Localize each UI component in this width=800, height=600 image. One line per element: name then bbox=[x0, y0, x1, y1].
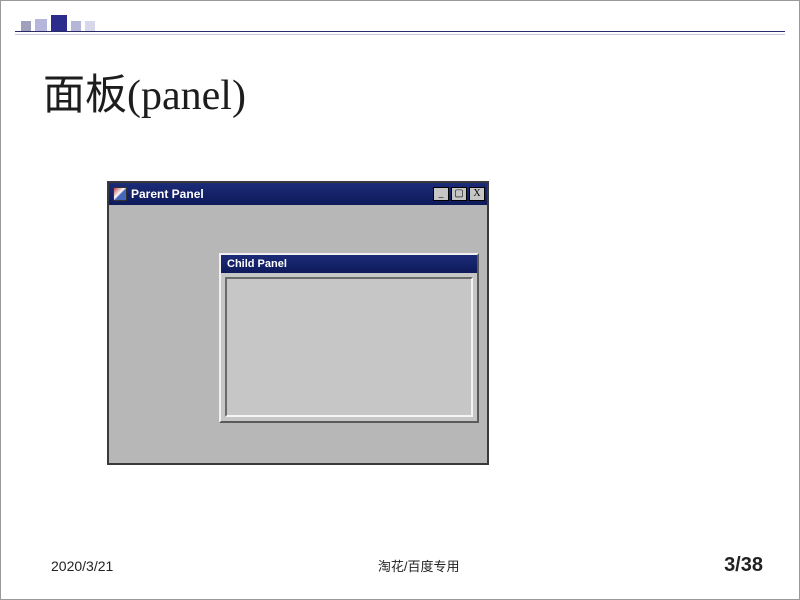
footer-watermark: 淘花/百度专用 bbox=[113, 556, 724, 575]
close-button[interactable]: X bbox=[469, 187, 485, 201]
slide-title: 面板(panel) bbox=[1, 35, 799, 122]
child-panel-title: Child Panel bbox=[227, 258, 287, 270]
child-panel-titlebar[interactable]: Child Panel bbox=[221, 255, 477, 273]
deco-square bbox=[21, 21, 31, 31]
deco-square bbox=[71, 21, 81, 31]
child-panel: Child Panel bbox=[219, 253, 479, 423]
deco-square bbox=[85, 21, 95, 31]
header-decoration bbox=[1, 1, 799, 31]
parent-titlebar[interactable]: Parent Panel _ ▢ X bbox=[109, 183, 487, 205]
header-rule bbox=[15, 31, 785, 32]
footer-pager: 3/38 bbox=[724, 554, 763, 577]
slide: 面板(panel) Parent Panel _ ▢ X Child Panel… bbox=[0, 0, 800, 600]
slide-footer: 2020/3/21 淘花/百度专用 3/38 bbox=[1, 554, 799, 577]
parent-window-title: Parent Panel bbox=[131, 187, 433, 201]
footer-date: 2020/3/21 bbox=[51, 558, 113, 574]
deco-square bbox=[51, 15, 67, 31]
app-icon bbox=[113, 187, 127, 201]
minimize-button[interactable]: _ bbox=[433, 187, 449, 201]
deco-square bbox=[35, 19, 47, 31]
parent-window: Parent Panel _ ▢ X Child Panel bbox=[107, 181, 489, 465]
child-panel-body bbox=[225, 277, 473, 417]
parent-window-body: Child Panel bbox=[109, 205, 487, 463]
maximize-button[interactable]: ▢ bbox=[451, 187, 467, 201]
window-buttons: _ ▢ X bbox=[433, 187, 485, 201]
